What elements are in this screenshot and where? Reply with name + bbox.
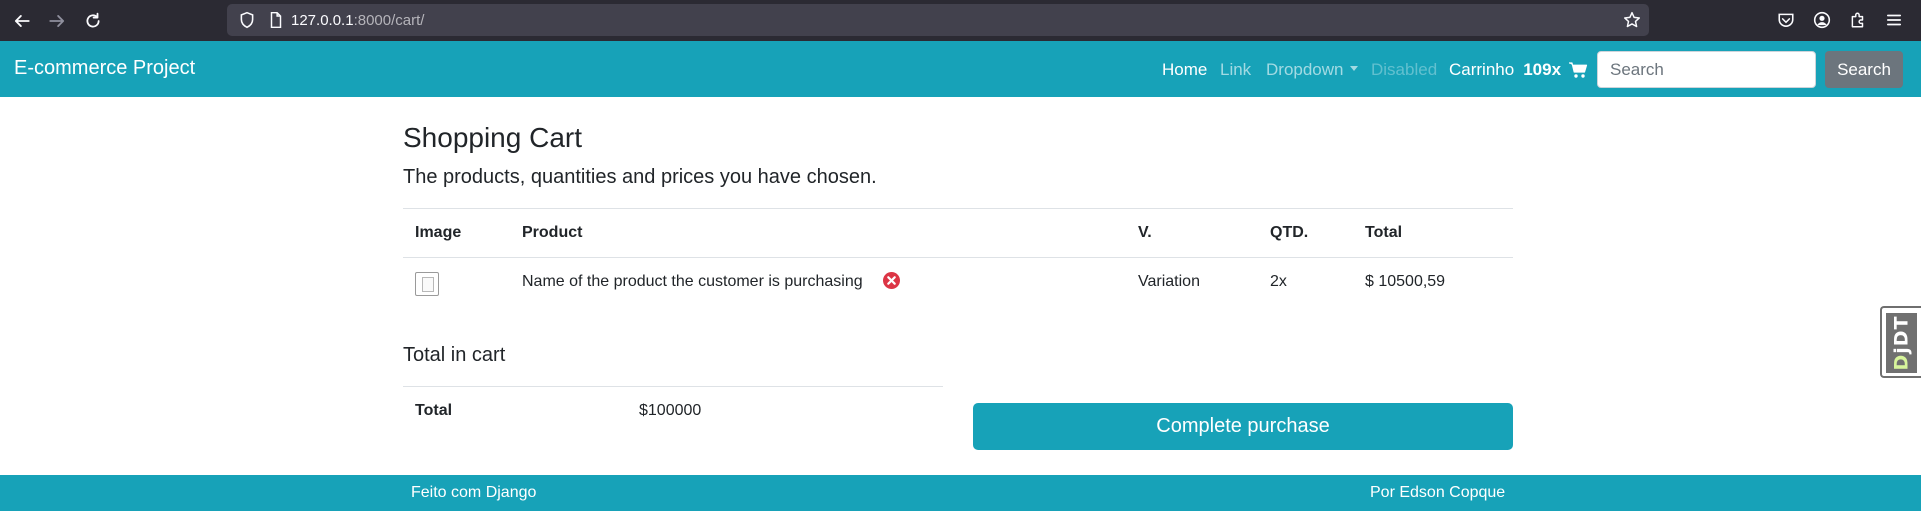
remove-item-icon[interactable] [883,272,900,289]
url-host: 127.0.0.1 [291,12,354,29]
nav-dropdown[interactable]: Dropdown [1266,60,1358,80]
nav-home-link[interactable]: Home [1162,60,1207,80]
nav-link-link[interactable]: Link [1220,60,1251,80]
site-navbar: E-commerce Project Home Link Dropdown Di… [0,41,1921,97]
extensions-icon[interactable] [1847,9,1869,31]
browser-toolbar: 127.0.0.1:8000/cart/ [0,0,1921,41]
header-quantity: QTD. [1270,224,1309,241]
cart-link[interactable]: Carrinho 109x [1449,60,1588,80]
footer-made-with: Feito com Django [411,484,537,501]
debug-toolbar-label: DjDT [1891,315,1913,370]
search-input[interactable] [1597,51,1816,88]
total-heading: Total in cart [403,344,506,366]
reload-icon[interactable] [79,7,107,35]
total-value: $100000 [639,402,702,419]
page-title: Shopping Cart [403,122,583,153]
cart-count: 109x [1523,60,1562,79]
product-total: $ 10500,59 [1365,273,1446,290]
header-variation: V. [1138,224,1152,241]
address-bar[interactable]: 127.0.0.1:8000/cart/ [227,4,1649,36]
table-divider [403,257,1513,258]
search-button[interactable]: Search [1825,51,1903,88]
product-name[interactable]: Name of the product the customer is purc… [522,273,863,291]
forward-arrow-icon[interactable] [43,7,71,35]
menu-icon[interactable] [1883,9,1905,31]
debug-toolbar-logo: DjDT [1886,313,1917,373]
summary-divider [403,386,943,387]
cart-label: Carrinho [1449,60,1515,79]
footer-author: Por Edson Copque [1370,484,1506,501]
complete-purchase-button[interactable]: Complete purchase [973,403,1513,450]
site-footer: Feito com Django Por Edson Copque [0,475,1921,511]
url-path: :8000/cart/ [353,12,425,29]
nav-dropdown-label: Dropdown [1266,60,1344,79]
url-text: 127.0.0.1:8000/cart/ [291,12,424,29]
table-divider [403,208,1513,209]
total-label: Total [415,402,453,419]
product-image[interactable] [415,272,439,296]
page-icon [270,11,282,29]
pocket-icon[interactable] [1775,9,1797,31]
header-total: Total [1365,224,1403,241]
shield-icon[interactable] [238,11,256,29]
star-icon[interactable] [1623,11,1641,29]
account-icon[interactable] [1811,9,1833,31]
debug-toolbar-handle[interactable]: DjDT [1880,306,1921,378]
header-product: Product [522,224,583,241]
product-quantity: 2x [1270,273,1287,290]
product-variation: Variation [1138,273,1200,290]
debug-toolbar-label-d: D [1890,353,1913,371]
nav-disabled-link: Disabled [1371,60,1438,79]
page-lead: The products, quantities and prices you … [403,166,877,188]
brand-link[interactable]: E-commerce Project [14,57,195,80]
back-arrow-icon[interactable] [8,7,36,35]
header-image: Image [415,224,462,241]
shopping-cart-icon [1569,62,1588,78]
caret-down-icon [1349,66,1358,71]
debug-toolbar-label-rest: jDT [1890,315,1913,354]
